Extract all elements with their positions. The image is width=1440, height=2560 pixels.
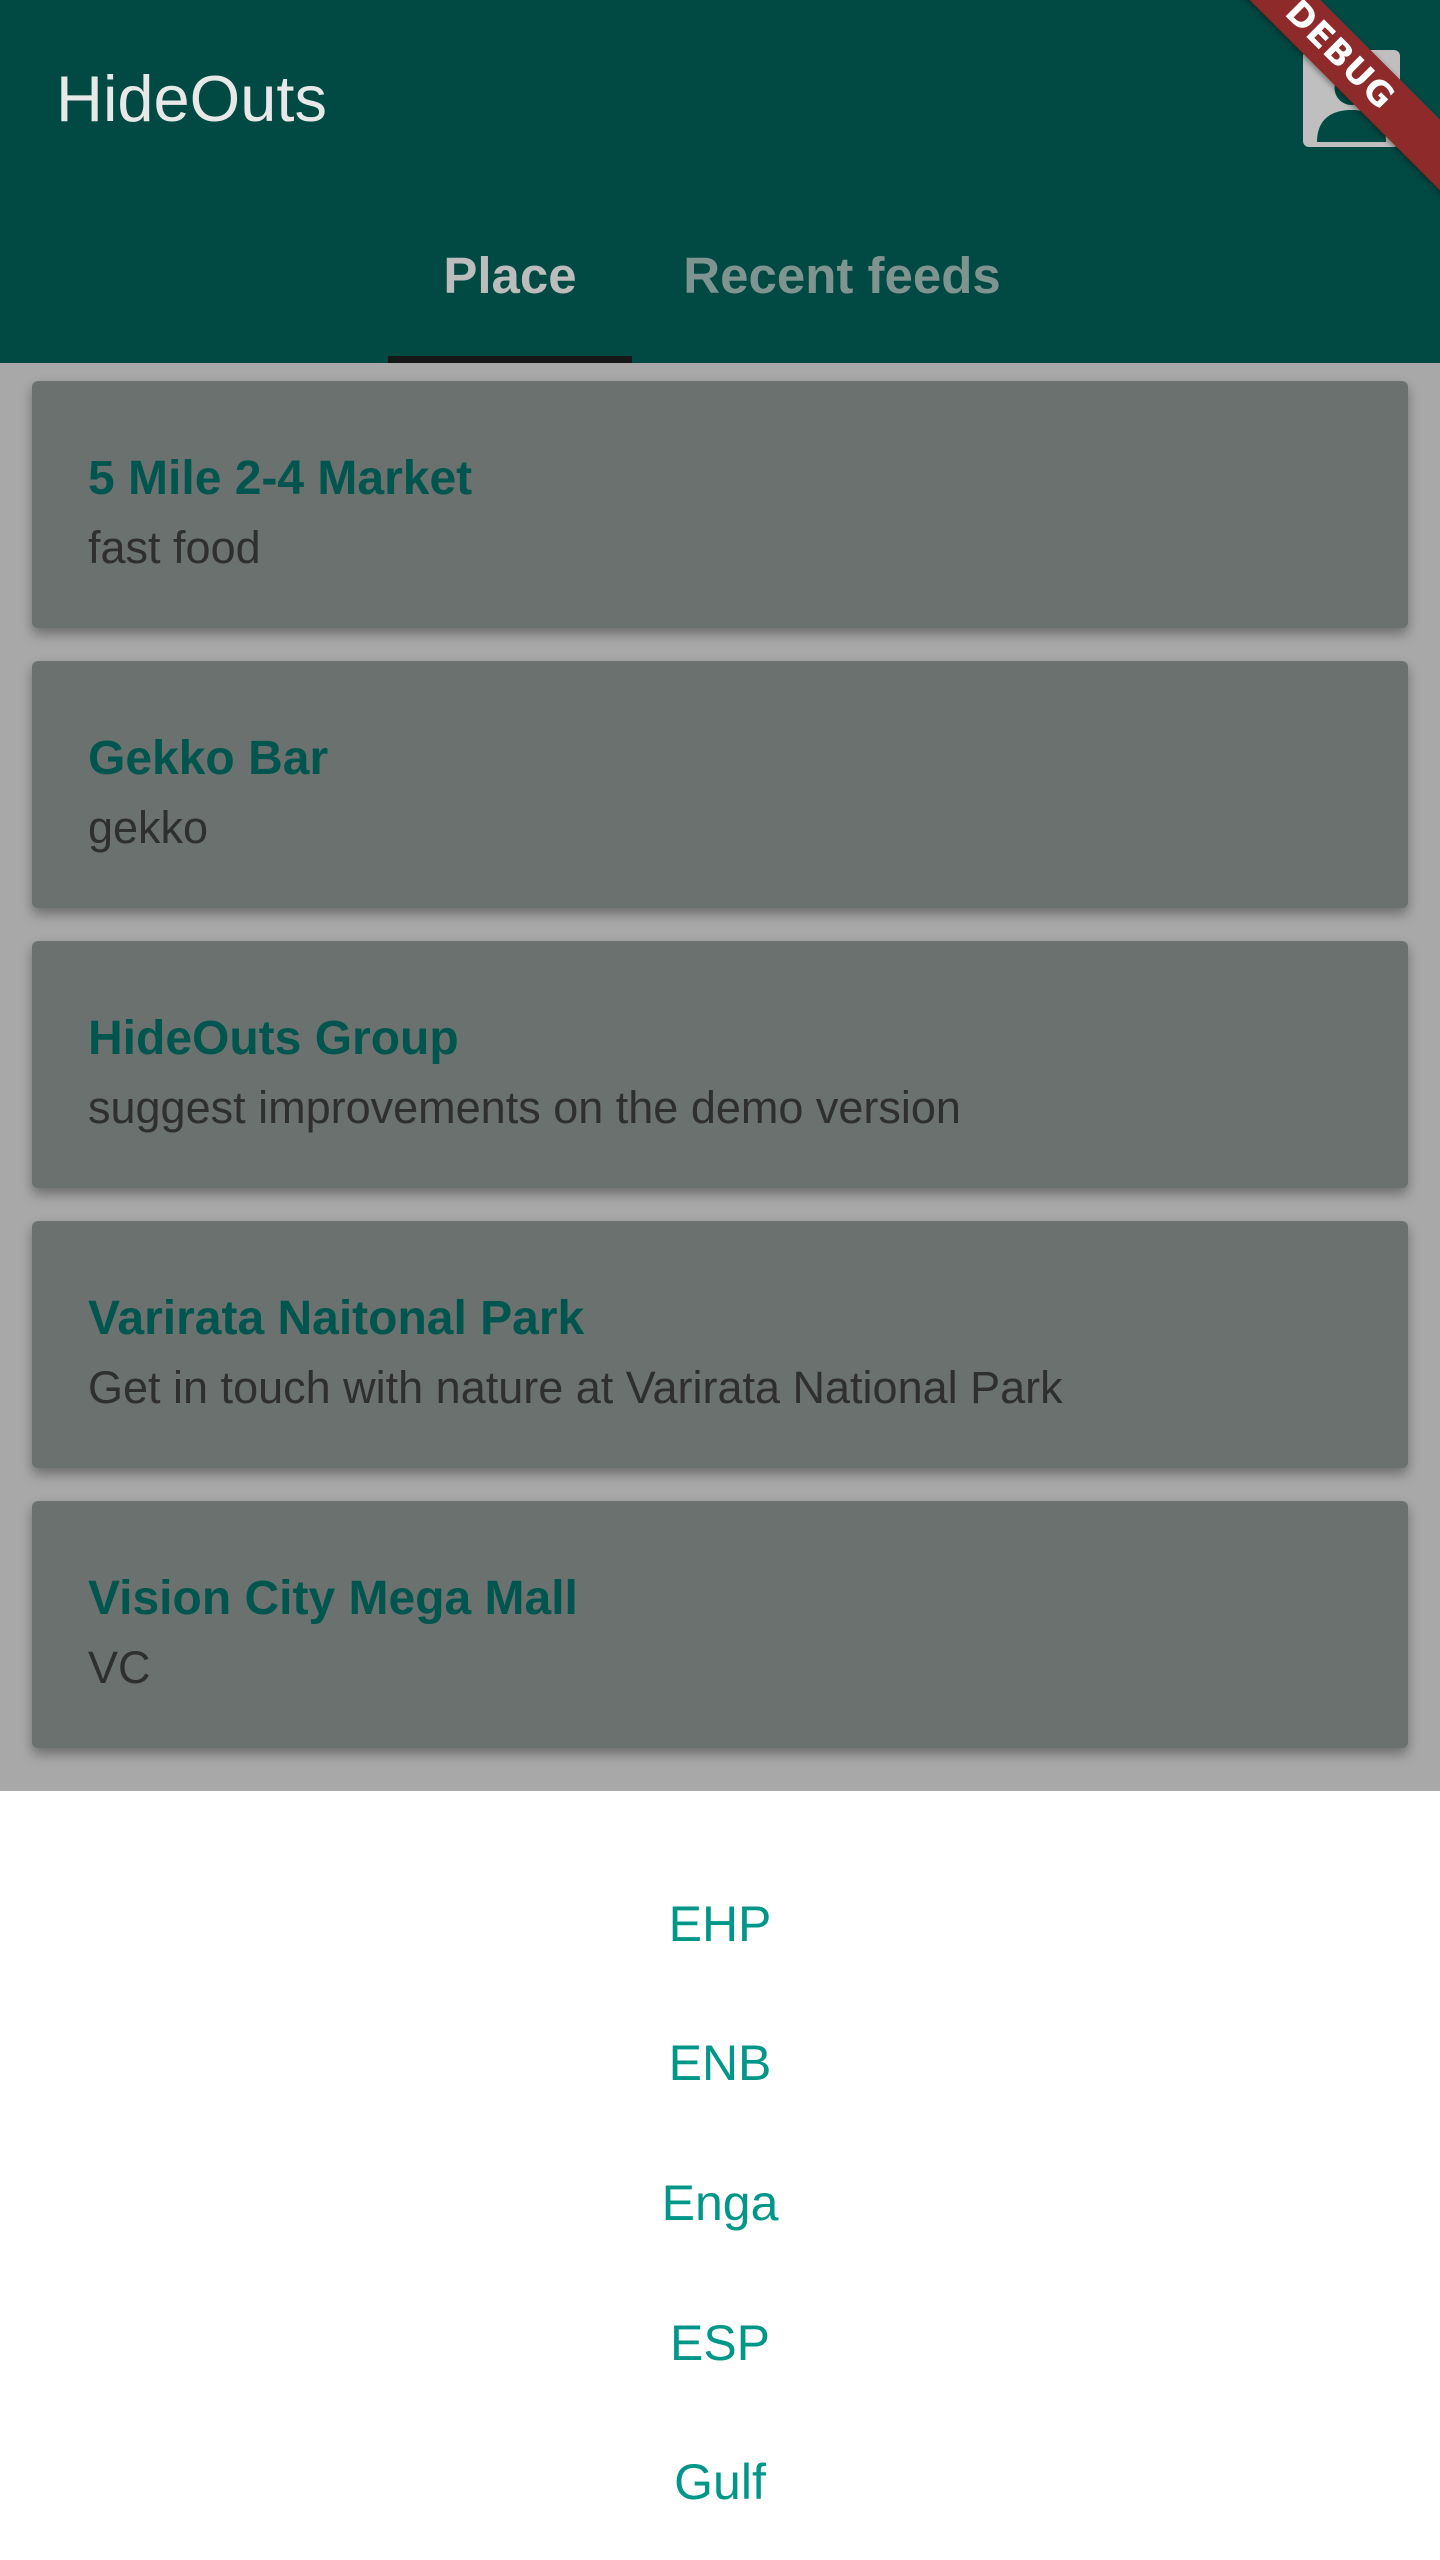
place-name: Gekko Bar [88, 732, 329, 785]
place-list: 5 Mile 2-4 Market fast food Gekko Bar ge… [0, 363, 1440, 1791]
place-card[interactable]: Vision City Mega Mall VC [32, 1501, 1408, 1748]
place-card[interactable]: 5 Mile 2-4 Market fast food [32, 381, 1408, 628]
place-description: VC [88, 1642, 151, 1693]
place-name: 5 Mile 2-4 Market [88, 452, 473, 505]
place-card[interactable]: Gekko Bar gekko [32, 661, 1408, 908]
place-name: Vision City Mega Mall [88, 1572, 578, 1625]
app-bar: HideOuts Place Recent feeds DEBUG [0, 0, 1440, 363]
sheet-option-ehp[interactable]: EHP [0, 1874, 1440, 1974]
place-description: suggest improvements on the demo version [88, 1082, 961, 1133]
sheet-option-enga[interactable]: Enga [0, 2153, 1440, 2253]
place-description: gekko [88, 802, 209, 853]
tab-place[interactable]: Place [388, 240, 632, 312]
place-name: Varirata Naitonal Park [88, 1292, 585, 1345]
app-title: HideOuts [56, 62, 327, 135]
sheet-option-enb[interactable]: ENB [0, 2013, 1440, 2113]
place-description: Get in touch with nature at Varirata Nat… [88, 1362, 1063, 1413]
place-card[interactable]: Varirata Naitonal Park Get in touch with… [32, 1221, 1408, 1468]
place-card[interactable]: HideOuts Group suggest improvements on t… [32, 941, 1408, 1188]
tab-indicator [388, 356, 632, 363]
bottom-sheet: EHP ENB Enga ESP Gulf [0, 1791, 1440, 2560]
sheet-option-esp[interactable]: ESP [0, 2293, 1440, 2393]
sheet-option-gulf[interactable]: Gulf [0, 2432, 1440, 2532]
place-name: HideOuts Group [88, 1012, 459, 1065]
tab-recent-feeds[interactable]: Recent feeds [650, 240, 1034, 312]
place-description: fast food [88, 522, 261, 573]
